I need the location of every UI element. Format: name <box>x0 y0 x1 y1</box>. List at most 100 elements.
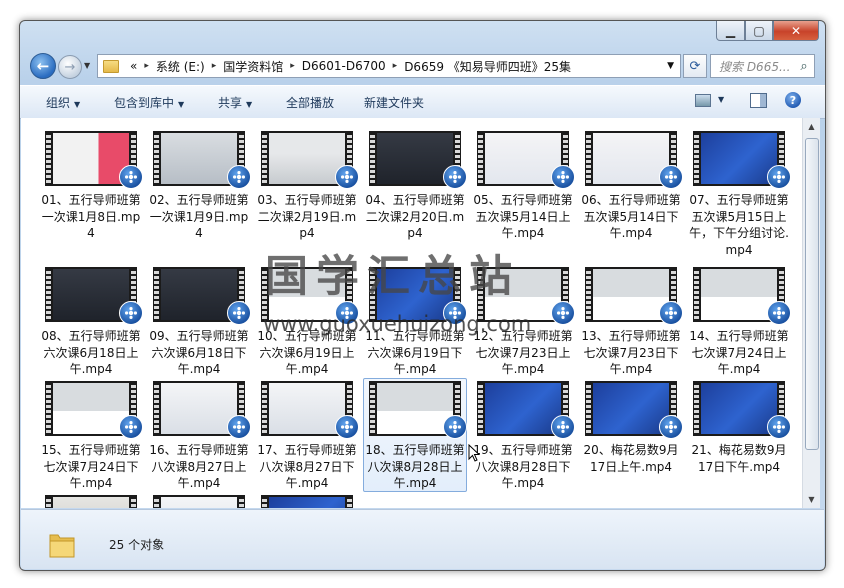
file-item[interactable]: 21、梅花易数9月17日下午.mp4 <box>687 378 791 492</box>
organize-menu[interactable]: 组织 ▼ <box>46 94 80 111</box>
file-item[interactable]: 04、五行导师班第二次课2月20日.mp4 <box>363 128 467 242</box>
video-thumbnail <box>261 381 359 439</box>
include-in-library-menu[interactable]: 包含到库中 ▼ <box>114 94 184 111</box>
video-frame <box>161 269 237 320</box>
close-button[interactable]: ✕ <box>773 21 819 41</box>
file-item[interactable]: 13、五行导师班第七次课7月23日下午.mp4 <box>579 264 683 378</box>
forward-button[interactable]: → <box>58 55 82 79</box>
media-player-icon <box>335 415 359 439</box>
file-name: 19、五行导师班第八次课8月28日下午.mp4 <box>473 443 573 490</box>
chevron-down-icon: ▼ <box>74 100 81 109</box>
video-frame <box>269 383 345 434</box>
breadcrumb-library[interactable]: 国学资料馆 <box>217 58 289 75</box>
video-thumbnail <box>261 131 359 189</box>
play-all-button[interactable]: 全部播放 <box>286 94 334 111</box>
mouse-cursor-icon <box>468 444 480 462</box>
film-strip-perforation <box>370 383 375 434</box>
details-pane: 25 个对象 <box>21 509 824 569</box>
breadcrumb-drive[interactable]: 系统 (E:) <box>150 58 211 75</box>
file-item[interactable]: 05、五行导师班第五次课5月14日上午.mp4 <box>471 128 575 242</box>
media-player-icon <box>227 165 251 189</box>
video-thumbnail <box>585 381 683 439</box>
breadcrumb-current-folder[interactable]: D6659 《知易导师四班》25集 <box>398 58 577 75</box>
film-strip-perforation <box>478 133 483 184</box>
video-thumbnail <box>477 381 575 439</box>
film-strip-perforation <box>262 383 267 434</box>
back-button[interactable]: ← <box>30 53 56 79</box>
video-thumbnail <box>585 131 683 189</box>
chevron-down-icon: ▼ <box>246 100 253 109</box>
film-strip-perforation <box>262 133 267 184</box>
file-item[interactable]: 17、五行导师班第八次课8月27日下午.mp4 <box>255 378 359 492</box>
video-frame <box>377 383 453 434</box>
video-frame <box>485 133 561 184</box>
media-player-icon <box>119 165 143 189</box>
file-item[interactable] <box>39 492 143 508</box>
file-item[interactable] <box>147 492 251 508</box>
search-icon[interactable]: ⌕ <box>794 59 814 74</box>
file-item[interactable]: 18、五行导师班第八次课8月28日上午.mp4 <box>363 378 467 492</box>
search-placeholder: 搜索 D665... <box>719 59 791 74</box>
maximize-button[interactable]: ▢ <box>745 21 773 41</box>
breadcrumb-range[interactable]: D6601-D6700 <box>296 59 392 73</box>
video-thumbnail <box>693 381 791 439</box>
video-frame <box>269 133 345 184</box>
scroll-down-icon[interactable]: ▼ <box>804 492 819 507</box>
video-thumbnail <box>261 495 353 508</box>
file-item[interactable]: 15、五行导师班第七次课7月24日下午.mp4 <box>39 378 143 492</box>
scrollbar-thumb[interactable] <box>805 138 819 450</box>
file-item[interactable]: 06、五行导师班第五次课5月14日下午.mp4 <box>579 128 683 242</box>
view-options-dropdown-icon[interactable]: ▼ <box>718 95 724 104</box>
file-name: 21、梅花易数9月17日下午.mp4 <box>691 443 787 474</box>
file-item[interactable]: 14、五行导师班第七次课7月24日上午.mp4 <box>687 264 791 378</box>
vertical-scrollbar[interactable]: ▲ ▼ <box>802 118 820 508</box>
video-frame <box>161 133 237 184</box>
refresh-button[interactable]: ⟳ <box>683 54 707 78</box>
change-view-icon[interactable] <box>695 94 711 107</box>
video-frame <box>593 383 669 434</box>
file-name: 07、五行导师班第五次课5月15日上午，下午分组讨论.mp4 <box>689 193 789 257</box>
video-frame <box>701 383 777 434</box>
film-strip-perforation <box>239 497 244 508</box>
recent-pages-dropdown[interactable]: ▼ <box>84 61 90 70</box>
address-bar[interactable]: « ▸ 系统 (E:) ▸ 国学资料馆 ▸ D6601-D6700 ▸ D665… <box>97 54 681 78</box>
film-strip-perforation <box>46 497 51 508</box>
file-item[interactable]: 07、五行导师班第五次课5月15日上午，下午分组讨论.mp4 <box>687 128 791 257</box>
media-player-icon <box>227 415 251 439</box>
scroll-up-icon[interactable]: ▲ <box>804 119 819 134</box>
media-player-icon <box>551 301 575 325</box>
new-folder-button[interactable]: 新建文件夹 <box>364 94 424 111</box>
share-menu[interactable]: 共享 ▼ <box>218 94 252 111</box>
media-player-icon <box>659 165 683 189</box>
address-dropdown-icon[interactable]: ▼ <box>667 61 674 71</box>
organize-label: 组织 <box>46 96 71 110</box>
video-thumbnail <box>153 131 251 189</box>
file-item[interactable]: 03、五行导师班第二次课2月19日.mp4 <box>255 128 359 242</box>
video-thumbnail <box>45 495 137 508</box>
breadcrumb-overflow[interactable]: « <box>124 59 143 73</box>
file-item[interactable]: 20、梅花易数9月17日上午.mp4 <box>579 378 683 492</box>
search-box[interactable]: 搜索 D665... ⌕ <box>710 54 815 78</box>
file-item[interactable]: 09、五行导师班第六次课6月18日下午.mp4 <box>147 264 251 378</box>
film-strip-perforation <box>586 133 591 184</box>
video-frame <box>53 497 129 508</box>
preview-pane-icon[interactable] <box>750 93 767 108</box>
film-strip-perforation <box>347 497 352 508</box>
back-arrow-icon: ← <box>36 57 50 75</box>
file-item[interactable]: 02、五行导师班第一次课1月9日.mp4 <box>147 128 251 242</box>
file-item[interactable]: 01、五行导师班第一次课1月8日.mp4 <box>39 128 143 242</box>
video-thumbnail <box>369 131 467 189</box>
media-player-icon <box>659 415 683 439</box>
help-icon[interactable]: ? <box>785 92 801 108</box>
file-item[interactable]: 19、五行导师班第八次课8月28日下午.mp4 <box>471 378 575 492</box>
refresh-icon: ⟳ <box>689 58 701 74</box>
film-strip-perforation <box>694 269 699 320</box>
file-item[interactable] <box>255 492 359 508</box>
video-thumbnail <box>153 381 251 439</box>
minimize-button[interactable]: ▁ <box>716 21 745 41</box>
folder-large-icon <box>49 534 75 558</box>
video-frame <box>593 133 669 184</box>
file-item[interactable]: 08、五行导师班第六次课6月18日上午.mp4 <box>39 264 143 378</box>
chevron-down-icon: ▼ <box>178 100 185 109</box>
file-item[interactable]: 16、五行导师班第八次课8月27日上午.mp4 <box>147 378 251 492</box>
